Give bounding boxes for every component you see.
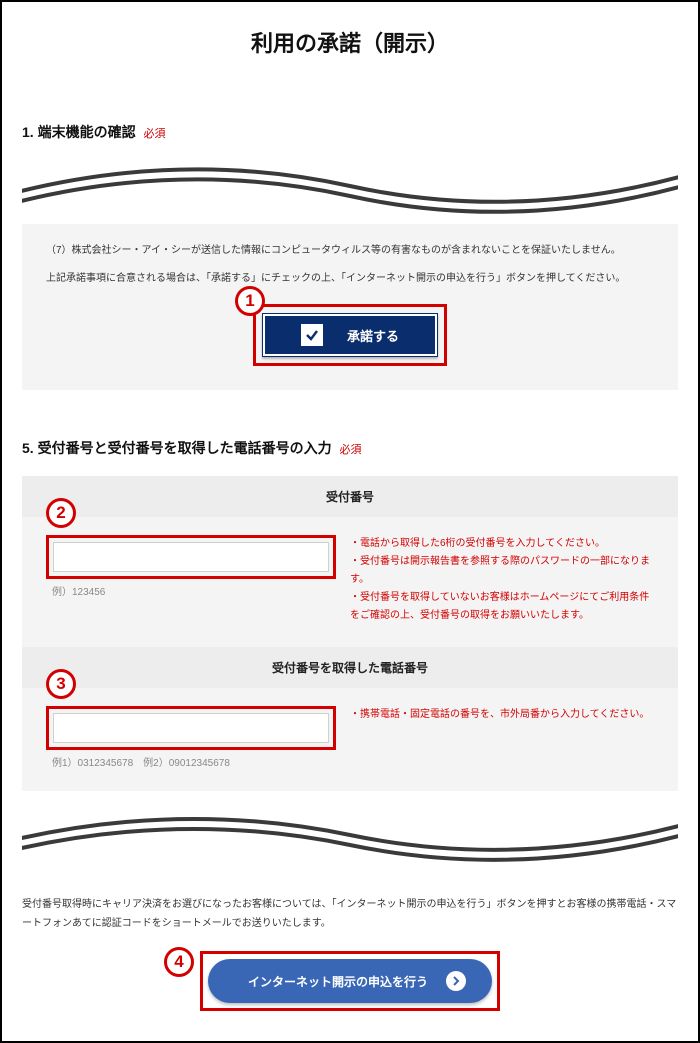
phone-annotation-box [46,706,336,750]
callout-3: 3 [46,669,76,699]
receipt-subheader: 受付番号 [22,476,678,517]
consent-line7: （7）株式会社シー・アイ・シーが送信した情報にコンピュータウィルス等の有害なもの… [46,242,654,260]
section5-heading: 5. 受付番号と受付番号を取得した電話番号の入力 必須 [22,438,678,458]
receipt-hint-3: ・受付番号を取得していないお客様はホームページにてご利用条件をご確認の上、受付番… [350,589,654,625]
wave-divider-bottom [22,809,678,869]
accept-button[interactable]: 承諾する [262,313,438,357]
wave-divider-top [22,156,678,216]
phone-block: 受付番号を取得した電話番号 3 例1）0312345678 例2）0901234… [22,647,678,791]
submit-button[interactable]: インターネット開示の申込を行う [208,959,492,1003]
callout-4: 4 [164,947,194,977]
section1-heading-text: 1. 端末機能の確認 [22,124,136,140]
phone-hints: ・携帯電話・固定電話の番号を、市外局番から入力してください。 [350,706,654,724]
required-badge-5: 必須 [339,444,361,456]
receipt-block: 受付番号 2 例）123456 ・電話から取得した6桁の受付番号を入力してくださ… [22,476,678,647]
receipt-example: 例）123456 [52,583,336,598]
consent-agree-note: 上記承諾事項に合意される場合は、「承諾する」にチェックの上、「インターネット開示… [46,270,654,288]
arrow-right-icon [446,971,466,991]
section1-heading: 1. 端末機能の確認 必須 [22,122,678,142]
accept-checkbox-icon [301,324,323,346]
required-badge: 必須 [143,128,165,140]
receipt-annotation-box [46,535,336,579]
page-title: 利用の承諾（開示） [2,2,698,74]
receipt-hint-1: ・電話から取得した6桁の受付番号を入力してください。 [350,535,654,553]
callout-2: 2 [46,498,76,528]
phone-hint-1: ・携帯電話・固定電話の番号を、市外局番から入力してください。 [350,706,654,724]
receipt-hint-2: ・受付番号は開示報告書を参照する際のパスワードの一部になります。 [350,553,654,589]
accept-button-label: 承諾する [347,326,399,345]
phone-subheader: 受付番号を取得した電話番号 [22,647,678,688]
callout-1: 1 [235,286,265,316]
submit-annotation-box: 4 インターネット開示の申込を行う [200,951,500,1011]
consent-panel: （7）株式会社シー・アイ・シーが送信した情報にコンピュータウィルス等の有害なもの… [22,224,678,390]
phone-example: 例1）0312345678 例2）09012345678 [52,754,336,769]
section5-heading-text: 5. 受付番号と受付番号を取得した電話番号の入力 [22,440,332,456]
receipt-hints: ・電話から取得した6桁の受付番号を入力してください。 ・受付番号は開示報告書を参… [350,535,654,625]
bottom-note: 受付番号取得時にキャリア決済をお選びになったお客様については、「インターネット開… [22,895,678,933]
accept-annotation-box: 1 承諾する [253,304,447,366]
submit-button-label: インターネット開示の申込を行う [248,973,428,990]
receipt-input[interactable] [53,542,329,572]
phone-input[interactable] [53,713,329,743]
